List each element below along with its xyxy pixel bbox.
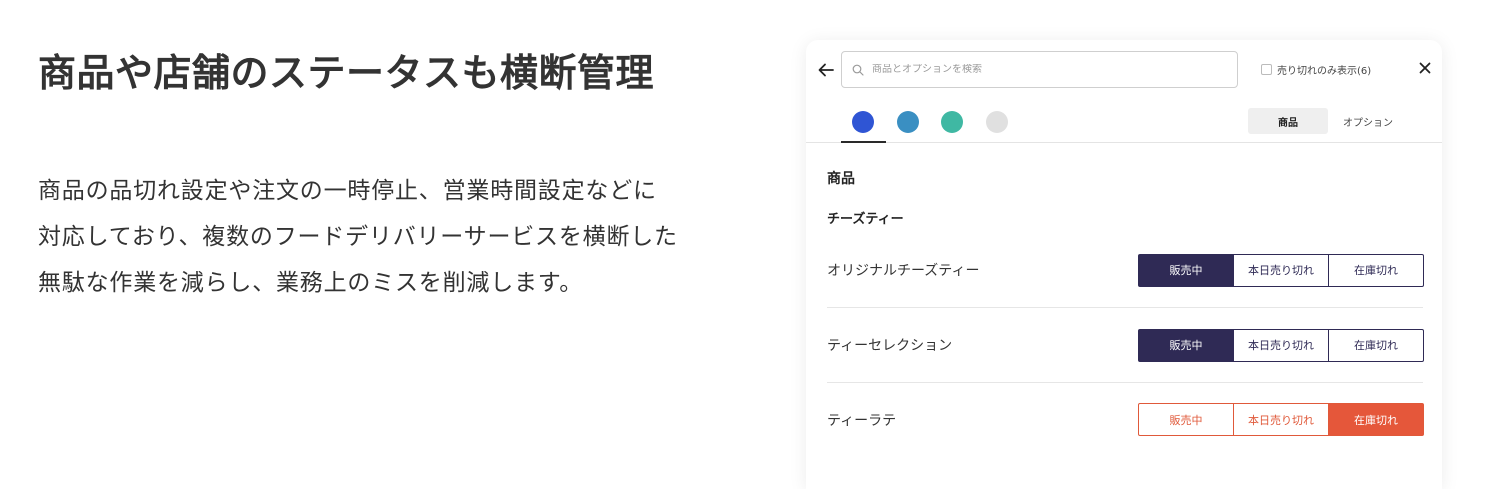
hero-title: 商品や店舗のステータスも横断管理 (38, 51, 655, 95)
item-name: オリジナルチーズティー (827, 263, 980, 279)
search-box[interactable] (841, 51, 1238, 88)
status-sold-out-today-button[interactable]: 本日売り切れ (1233, 253, 1329, 287)
arrow-left-icon (818, 63, 834, 77)
toggle-products[interactable]: 商品 (1248, 108, 1328, 134)
status-out-of-stock-button[interactable]: 在庫切れ (1328, 403, 1424, 436)
close-button[interactable] (1417, 60, 1433, 76)
service-tab-3[interactable] (941, 111, 963, 133)
section-title: 商品 (827, 171, 855, 187)
soldout-only-label: 売り切れのみ表示(6) (1277, 66, 1372, 77)
toggle-options[interactable]: オプション (1328, 108, 1408, 134)
view-toggle: 商品 オプション (1248, 108, 1408, 134)
service-tab-selected-indicator (841, 141, 886, 143)
soldout-only-checkbox[interactable] (1261, 64, 1272, 75)
search-input[interactable] (872, 64, 1212, 75)
status-out-of-stock-button[interactable]: 在庫切れ (1328, 253, 1424, 287)
hero-description: 商品の品切れ設定や注文の一時停止、営業時間設定などに対応しており、複数のフードデ… (38, 178, 678, 296)
status-sold-out-today-button[interactable]: 本日売り切れ (1233, 328, 1329, 362)
item-name: ティーセレクション (827, 338, 953, 354)
status-on-sale-button[interactable]: 販売中 (1138, 403, 1234, 436)
item-name: ティーラテ (827, 412, 897, 429)
service-tab-1[interactable] (852, 111, 874, 133)
status-panel: 売り切れのみ表示(6) 商品 オプション 商品 チーズティー オリジナルチーズテ… (806, 40, 1442, 489)
category-title: チーズティー (827, 212, 904, 227)
soldout-only-filter[interactable]: 売り切れのみ表示(6) (1261, 62, 1371, 77)
status-on-sale-button[interactable]: 販売中 (1138, 328, 1234, 362)
service-tab-2[interactable] (897, 111, 919, 133)
close-icon (1419, 62, 1431, 74)
status-toggle-group: 販売中 本日売り切れ 在庫切れ (1138, 328, 1424, 362)
service-tabs-row: 商品 オプション (806, 108, 1442, 143)
status-toggle-group: 販売中 本日売り切れ 在庫切れ (1138, 253, 1424, 287)
back-button[interactable] (816, 60, 836, 80)
status-out-of-stock-button[interactable]: 在庫切れ (1328, 328, 1424, 362)
status-toggle-group: 販売中 本日売り切れ 在庫切れ (1138, 403, 1424, 436)
item-row: ティーラテ 販売中 本日売り切れ 在庫切れ (827, 382, 1424, 457)
status-on-sale-button[interactable]: 販売中 (1138, 253, 1234, 287)
search-icon (852, 63, 866, 77)
status-sold-out-today-button[interactable]: 本日売り切れ (1233, 403, 1329, 436)
item-row: オリジナルチーズティー 販売中 本日売り切れ 在庫切れ (827, 233, 1424, 308)
service-tab-4[interactable] (986, 111, 1008, 133)
item-row: ティーセレクション 販売中 本日売り切れ 在庫切れ (827, 308, 1424, 383)
